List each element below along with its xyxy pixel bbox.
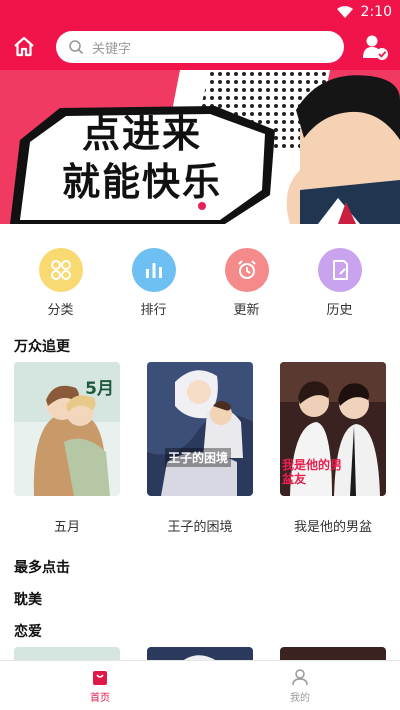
quick-link-ranking[interactable]: 排行 — [114, 248, 194, 318]
home-button[interactable] — [10, 33, 38, 61]
search-placeholder: 关键字 — [92, 41, 132, 57]
book-cover: 王子的困境 — [147, 362, 253, 496]
banner-line-2: 就能快乐 — [62, 160, 223, 204]
home-bag-icon — [93, 671, 107, 685]
search-icon — [69, 40, 84, 55]
book-card[interactable]: 5月 五月 — [14, 362, 120, 535]
section-title-most-clicked: 最多点击 — [14, 560, 70, 576]
quick-link-label: 分类 — [47, 303, 74, 318]
search-input[interactable]: 关键字 — [56, 31, 344, 63]
home-icon — [14, 36, 34, 57]
nav-profile[interactable]: 我的 — [200, 661, 400, 710]
quick-links: 分类 排行 更新 历史 — [0, 224, 400, 326]
user-verified-icon — [363, 35, 388, 60]
history-icon-bg — [317, 248, 362, 292]
quick-link-label: 更新 — [233, 303, 260, 318]
section-title-romance: 恋爱 — [14, 624, 42, 640]
section-title-bl: 耽美 — [14, 592, 42, 608]
promo-banner[interactable]: 点进来 就能快乐 — [0, 70, 400, 224]
updates-icon-bg — [224, 248, 269, 292]
book-card[interactable]: 我是他的男盆友 我是他的男盆 — [280, 362, 386, 535]
category-icon-bg — [38, 248, 83, 292]
bottom-nav: 首页 我的 — [0, 660, 400, 710]
quick-link-label: 历史 — [326, 303, 353, 318]
cover-title-text: 5月 — [85, 379, 114, 399]
alarm-clock-icon — [237, 260, 256, 279]
status-bar: 2:10 — [0, 0, 400, 24]
book-cover: 5月 — [14, 362, 120, 496]
grid-icon — [50, 260, 71, 280]
bar-chart-icon — [145, 263, 162, 278]
user-profile-button[interactable] — [360, 32, 390, 62]
history-note-icon — [332, 260, 348, 280]
person-icon — [292, 669, 308, 686]
popular-book-list: 5月 五月 王子的困境 王子的困境 我是他的男盆友 我是他的男盆 — [0, 362, 400, 535]
nav-profile-label: 我的 — [290, 693, 310, 704]
status-time: 2:10 — [360, 4, 392, 20]
top-bar: 关键字 — [0, 24, 400, 70]
quick-link-category[interactable]: 分类 — [21, 248, 101, 318]
ranking-icon-bg — [131, 248, 176, 292]
cover-art-prince — [147, 362, 253, 496]
cover-title-text: 我是他的男盆友 — [282, 458, 343, 486]
book-cover: 我是他的男盆友 — [280, 362, 386, 496]
app-screen: 2:10 关键字 点进来 就能快乐 分类 排行 更新 历史 万众追更 5月 五月… — [0, 0, 400, 710]
nav-home-label: 首页 — [90, 693, 110, 704]
section-title-popular: 万众追更 — [14, 339, 70, 355]
banner-line-1: 点进来 — [82, 112, 203, 156]
banner-headline: 点进来 就能快乐 — [62, 110, 222, 206]
quick-link-label: 排行 — [140, 303, 167, 318]
book-title: 五月 — [53, 520, 80, 535]
nav-home[interactable]: 首页 — [0, 661, 200, 710]
quick-link-updates[interactable]: 更新 — [207, 248, 287, 318]
quick-link-history[interactable]: 历史 — [300, 248, 380, 318]
book-title: 我是他的男盆 — [293, 520, 372, 535]
book-card[interactable]: 王子的困境 王子的困境 — [147, 362, 253, 535]
cover-title-text: 王子的困境 — [165, 448, 232, 467]
book-title: 王子的困境 — [167, 520, 233, 535]
wifi-icon — [336, 6, 353, 18]
